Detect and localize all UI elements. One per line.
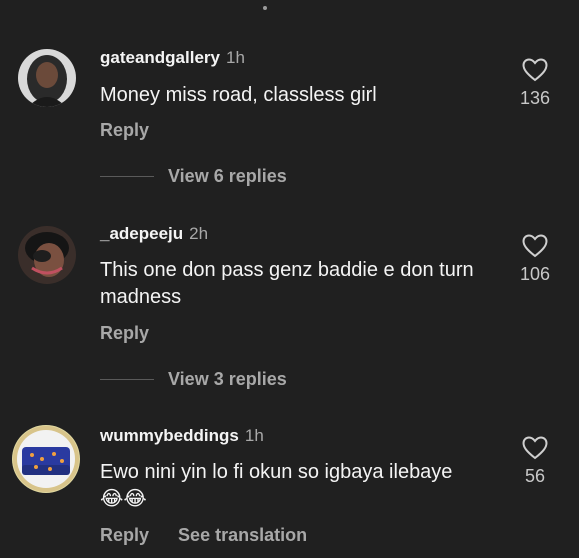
comment-text-body: Ewo nini yin lo fi okun so igbaya ilebay… bbox=[100, 461, 453, 483]
comment-text: This one don pass genz baddie e don turn… bbox=[100, 259, 474, 308]
username[interactable]: _adepeeju bbox=[100, 224, 183, 243]
view-replies-button[interactable]: View 6 replies bbox=[100, 166, 287, 186]
comments-panel: gateandgallery 1h Money miss road, classl… bbox=[0, 0, 579, 558]
like-control: 56 bbox=[510, 436, 560, 487]
reply-button[interactable]: Reply bbox=[100, 525, 149, 545]
avatar[interactable] bbox=[12, 425, 80, 493]
view-replies-label: View 3 replies bbox=[168, 368, 287, 389]
avatar[interactable] bbox=[18, 49, 76, 107]
heart-outline-icon[interactable] bbox=[522, 234, 548, 258]
like-count: 136 bbox=[519, 88, 551, 108]
view-replies-button[interactable]: View 3 replies bbox=[100, 369, 287, 389]
heart-outline-icon[interactable] bbox=[522, 436, 548, 460]
reply-button[interactable]: Reply bbox=[100, 323, 149, 343]
see-translation-button[interactable]: See translation bbox=[178, 525, 307, 545]
comment-header: wummybeddings 1h bbox=[100, 426, 264, 446]
like-count: 56 bbox=[524, 466, 546, 486]
comment-time: 2h bbox=[189, 224, 209, 243]
comment-header: gateandgallery 1h bbox=[100, 48, 245, 68]
like-count: 106 bbox=[519, 264, 551, 284]
comment-text: Money miss road, classless girl bbox=[100, 84, 377, 106]
comment-actions: Reply bbox=[100, 120, 173, 141]
comment-actions: Reply bbox=[100, 323, 173, 344]
avatar-image bbox=[13, 426, 79, 492]
like-control: 136 bbox=[510, 58, 560, 109]
avatar[interactable] bbox=[18, 226, 76, 284]
replies-divider-line bbox=[100, 378, 154, 380]
avatar-image bbox=[18, 49, 76, 107]
reply-button[interactable]: Reply bbox=[100, 120, 149, 140]
comment-header: _adepeeju 2h bbox=[100, 224, 208, 244]
avatar-image bbox=[18, 226, 76, 284]
username[interactable]: wummybeddings bbox=[100, 426, 239, 445]
comment-time: 1h bbox=[226, 48, 245, 67]
replies-divider-line bbox=[100, 175, 154, 177]
view-replies-label: View 6 replies bbox=[168, 165, 287, 186]
username[interactable]: gateandgallery bbox=[100, 48, 220, 67]
comment-actions: Reply See translation bbox=[100, 525, 331, 546]
drag-handle-dot bbox=[263, 6, 267, 10]
laughing-emoji: 😂😂 bbox=[100, 488, 147, 510]
comment-text: Ewo nini yin lo fi okun so igbaya ilebay… bbox=[100, 459, 505, 513]
like-control: 106 bbox=[510, 234, 560, 285]
comment-time: 1h bbox=[244, 426, 264, 445]
heart-outline-icon[interactable] bbox=[522, 58, 548, 82]
